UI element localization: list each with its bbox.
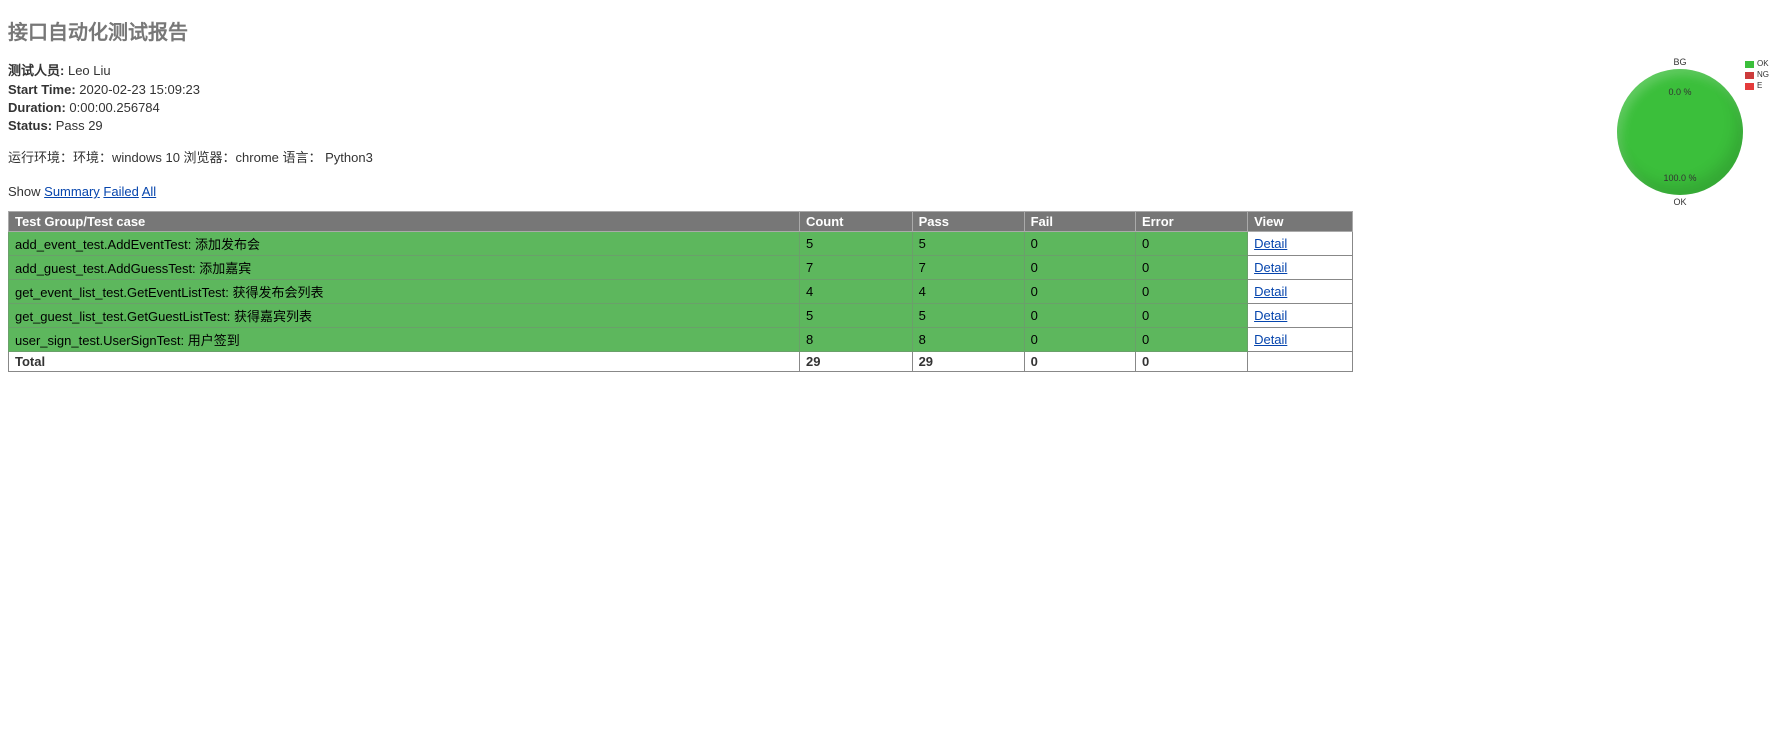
meta-tester-label: 测试人员:	[8, 63, 64, 78]
th-fail: Fail	[1024, 212, 1135, 232]
pie-axis-bottom: OK	[1595, 197, 1765, 207]
detail-link[interactable]: Detail	[1254, 308, 1287, 323]
cell-fail: 0	[1024, 328, 1135, 352]
cell-view: Detail	[1248, 280, 1353, 304]
pie-chart: OK NG E BG 0.0 % 100.0 % OK	[1595, 57, 1765, 207]
filter-failed-link[interactable]: Failed	[103, 184, 138, 199]
cell-view: Detail	[1248, 232, 1353, 256]
total-label: Total	[9, 352, 800, 372]
cell-count: 5	[799, 232, 912, 256]
table-row: get_guest_list_test.GetGuestListTest: 获得…	[9, 304, 1353, 328]
total-count: 29	[799, 352, 912, 372]
cell-pass: 7	[912, 256, 1024, 280]
pie-inside-bottom: 100.0 %	[1617, 173, 1743, 183]
th-view: View	[1248, 212, 1353, 232]
meta-tester: 测试人员: Leo Liu	[8, 60, 1575, 79]
cell-view: Detail	[1248, 304, 1353, 328]
cell-name: add_event_test.AddEventTest: 添加发布会	[9, 232, 800, 256]
cell-name: user_sign_test.UserSignTest: 用户签到	[9, 328, 800, 352]
meta-tester-value: Leo Liu	[68, 63, 111, 78]
meta-duration-value: 0:00:00.256784	[69, 100, 159, 115]
cell-fail: 0	[1024, 256, 1135, 280]
show-label: Show	[8, 184, 41, 199]
th-name: Test Group/Test case	[9, 212, 800, 232]
total-error: 0	[1135, 352, 1247, 372]
cell-error: 0	[1135, 256, 1247, 280]
meta-duration: Duration: 0:00:00.256784	[8, 100, 1575, 115]
results-table: Test Group/Test case Count Pass Fail Err…	[8, 211, 1353, 372]
filter-bar: Show Summary Failed All	[8, 184, 1575, 199]
th-error: Error	[1135, 212, 1247, 232]
legend-swatch-ng	[1745, 72, 1754, 79]
cell-count: 4	[799, 280, 912, 304]
cell-view: Detail	[1248, 328, 1353, 352]
meta-status: Status: Pass 29	[8, 118, 1575, 133]
cell-name: add_guest_test.AddGuessTest: 添加嘉宾	[9, 256, 800, 280]
cell-count: 8	[799, 328, 912, 352]
meta-duration-label: Duration:	[8, 100, 66, 115]
detail-link[interactable]: Detail	[1254, 236, 1287, 251]
cell-pass: 4	[912, 280, 1024, 304]
total-fail: 0	[1024, 352, 1135, 372]
cell-view: Detail	[1248, 256, 1353, 280]
detail-link[interactable]: Detail	[1254, 284, 1287, 299]
pie-inside-top: 0.0 %	[1617, 87, 1743, 97]
total-pass: 29	[912, 352, 1024, 372]
cell-pass: 5	[912, 304, 1024, 328]
table-row: add_guest_test.AddGuessTest: 添加嘉宾7700Det…	[9, 256, 1353, 280]
cell-error: 0	[1135, 232, 1247, 256]
pie-axis-top: BG	[1595, 57, 1765, 67]
meta-status-value: Pass 29	[56, 118, 103, 133]
cell-count: 7	[799, 256, 912, 280]
cell-name: get_guest_list_test.GetGuestListTest: 获得…	[9, 304, 800, 328]
meta-start-value: 2020-02-23 15:09:23	[79, 82, 200, 97]
detail-link[interactable]: Detail	[1254, 332, 1287, 347]
pie-legend: OK NG E	[1745, 59, 1769, 92]
filter-summary-link[interactable]: Summary	[44, 184, 100, 199]
cell-error: 0	[1135, 328, 1247, 352]
cell-pass: 5	[912, 232, 1024, 256]
legend-swatch-ok	[1745, 61, 1754, 68]
cell-fail: 0	[1024, 280, 1135, 304]
th-pass: Pass	[912, 212, 1024, 232]
total-empty	[1248, 352, 1353, 372]
cell-count: 5	[799, 304, 912, 328]
cell-fail: 0	[1024, 232, 1135, 256]
table-row: get_event_list_test.GetEventListTest: 获得…	[9, 280, 1353, 304]
cell-error: 0	[1135, 304, 1247, 328]
meta-start-label: Start Time:	[8, 82, 76, 97]
table-row: add_event_test.AddEventTest: 添加发布会5500De…	[9, 232, 1353, 256]
cell-fail: 0	[1024, 304, 1135, 328]
cell-error: 0	[1135, 280, 1247, 304]
table-total-row: Total 29 29 0 0	[9, 352, 1353, 372]
legend-label-ng: NG	[1757, 70, 1769, 80]
legend-label-e: E	[1757, 81, 1762, 91]
meta-status-label: Status:	[8, 118, 52, 133]
env-line: 运行环境：环境：windows 10 浏览器：chrome 语言： Python…	[8, 147, 1575, 166]
filter-all-link[interactable]: All	[142, 184, 156, 199]
legend-label-ok: OK	[1757, 59, 1769, 69]
table-row: user_sign_test.UserSignTest: 用户签到8800Det…	[9, 328, 1353, 352]
table-header-row: Test Group/Test case Count Pass Fail Err…	[9, 212, 1353, 232]
cell-name: get_event_list_test.GetEventListTest: 获得…	[9, 280, 800, 304]
legend-swatch-e	[1745, 83, 1754, 90]
th-count: Count	[799, 212, 912, 232]
page-title: 接口自动化测试报告	[8, 16, 1765, 45]
cell-pass: 8	[912, 328, 1024, 352]
detail-link[interactable]: Detail	[1254, 260, 1287, 275]
meta-start: Start Time: 2020-02-23 15:09:23	[8, 82, 1575, 97]
